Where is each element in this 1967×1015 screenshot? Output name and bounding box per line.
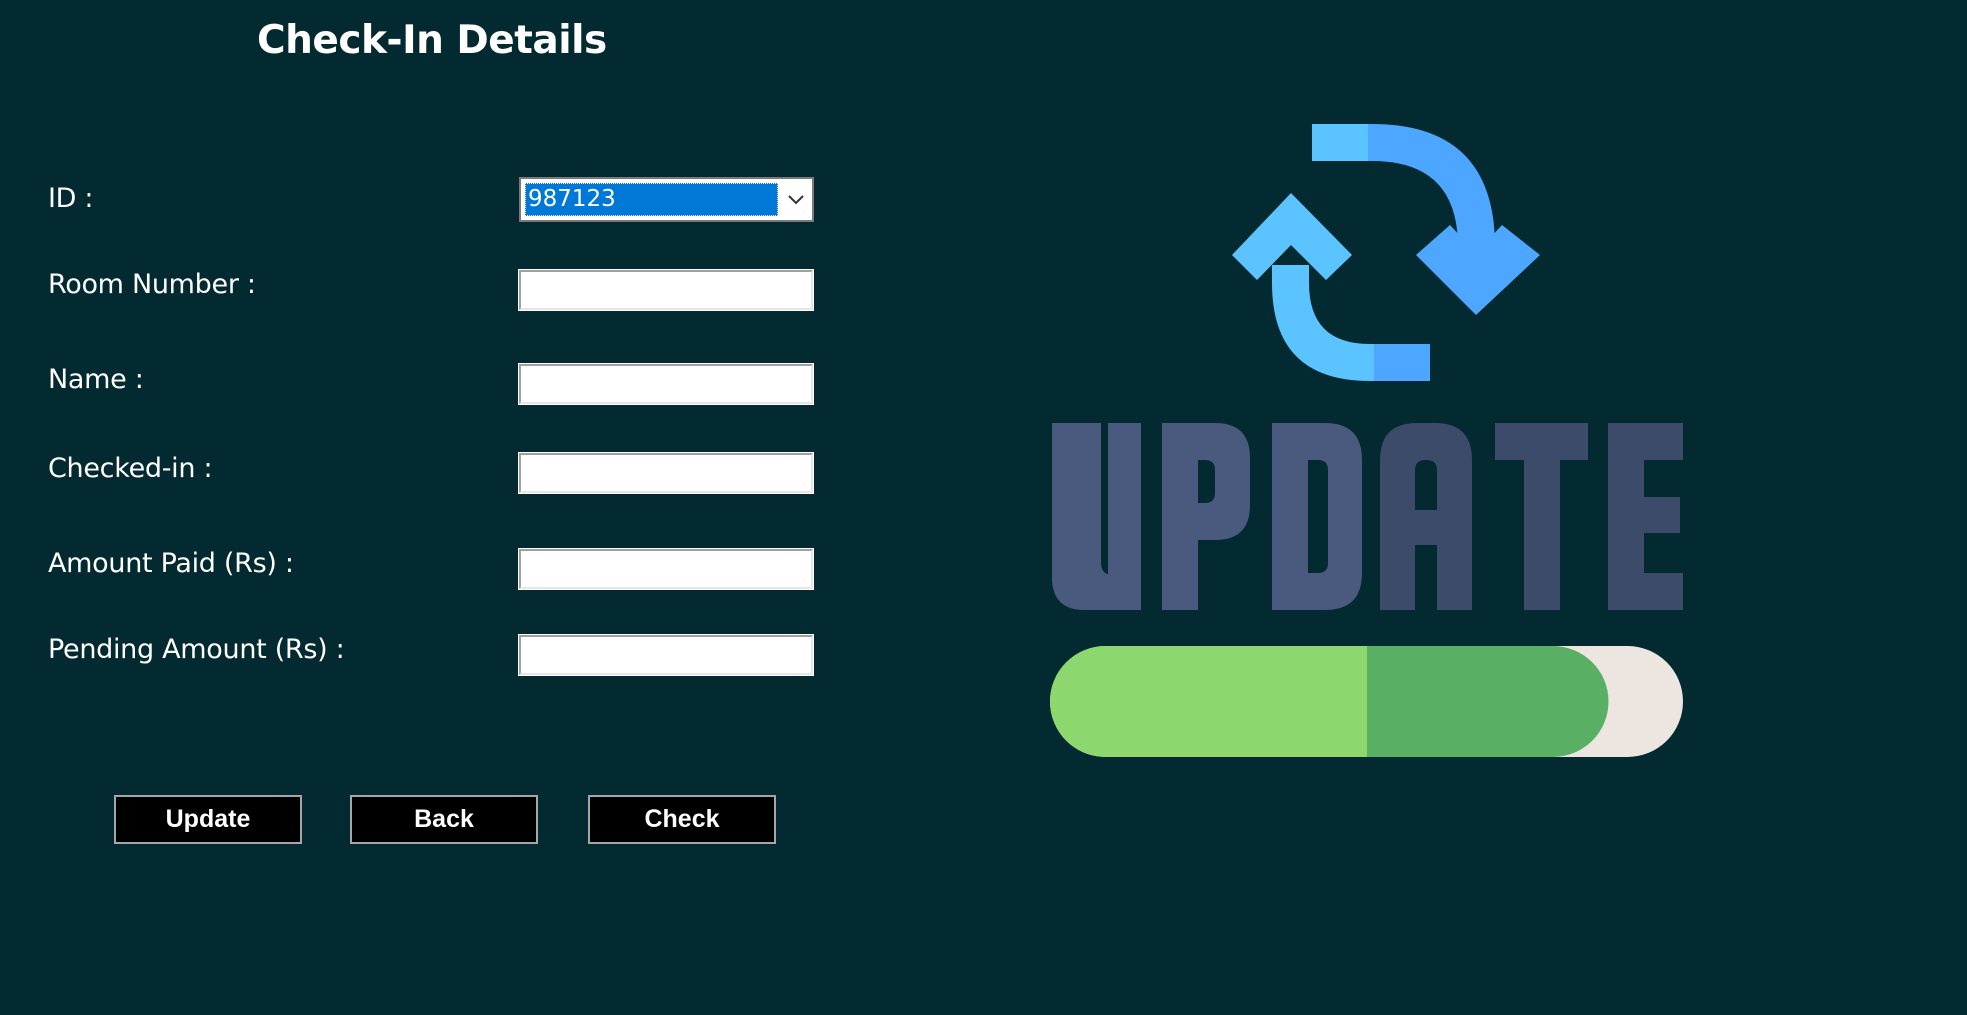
amount-paid-input[interactable] <box>518 548 814 590</box>
name-input[interactable] <box>518 363 814 405</box>
id-dropdown[interactable]: 987123 <box>519 177 814 222</box>
window: Check-In Details ID : 987123 Room Number… <box>0 0 1967 1015</box>
refresh-icon <box>1232 124 1540 381</box>
room-number-label: Room Number : <box>48 269 256 300</box>
back-button[interactable]: Back <box>350 795 538 844</box>
page-title: Check-In Details <box>257 18 607 63</box>
pending-amount-input[interactable] <box>518 634 814 676</box>
id-selected-value[interactable]: 987123 <box>525 183 778 216</box>
chevron-down-icon[interactable] <box>779 179 812 220</box>
pending-amount-label: Pending Amount (Rs) : <box>48 634 345 665</box>
room-number-input[interactable] <box>518 269 814 311</box>
update-button[interactable]: Update <box>114 795 302 844</box>
progress-fill-light <box>1050 646 1392 757</box>
check-button[interactable]: Check <box>588 795 776 844</box>
checked-in-input[interactable] <box>518 452 814 494</box>
id-label: ID : <box>48 183 94 214</box>
checked-in-label: Checked-in : <box>48 453 213 484</box>
name-label: Name : <box>48 364 144 395</box>
update-text-graphic <box>1052 423 1683 610</box>
progress-fill-dark <box>1367 646 1609 757</box>
progress-bar <box>1050 646 1683 757</box>
update-illustration <box>1040 115 1690 769</box>
amount-paid-label: Amount Paid (Rs) : <box>48 548 294 579</box>
